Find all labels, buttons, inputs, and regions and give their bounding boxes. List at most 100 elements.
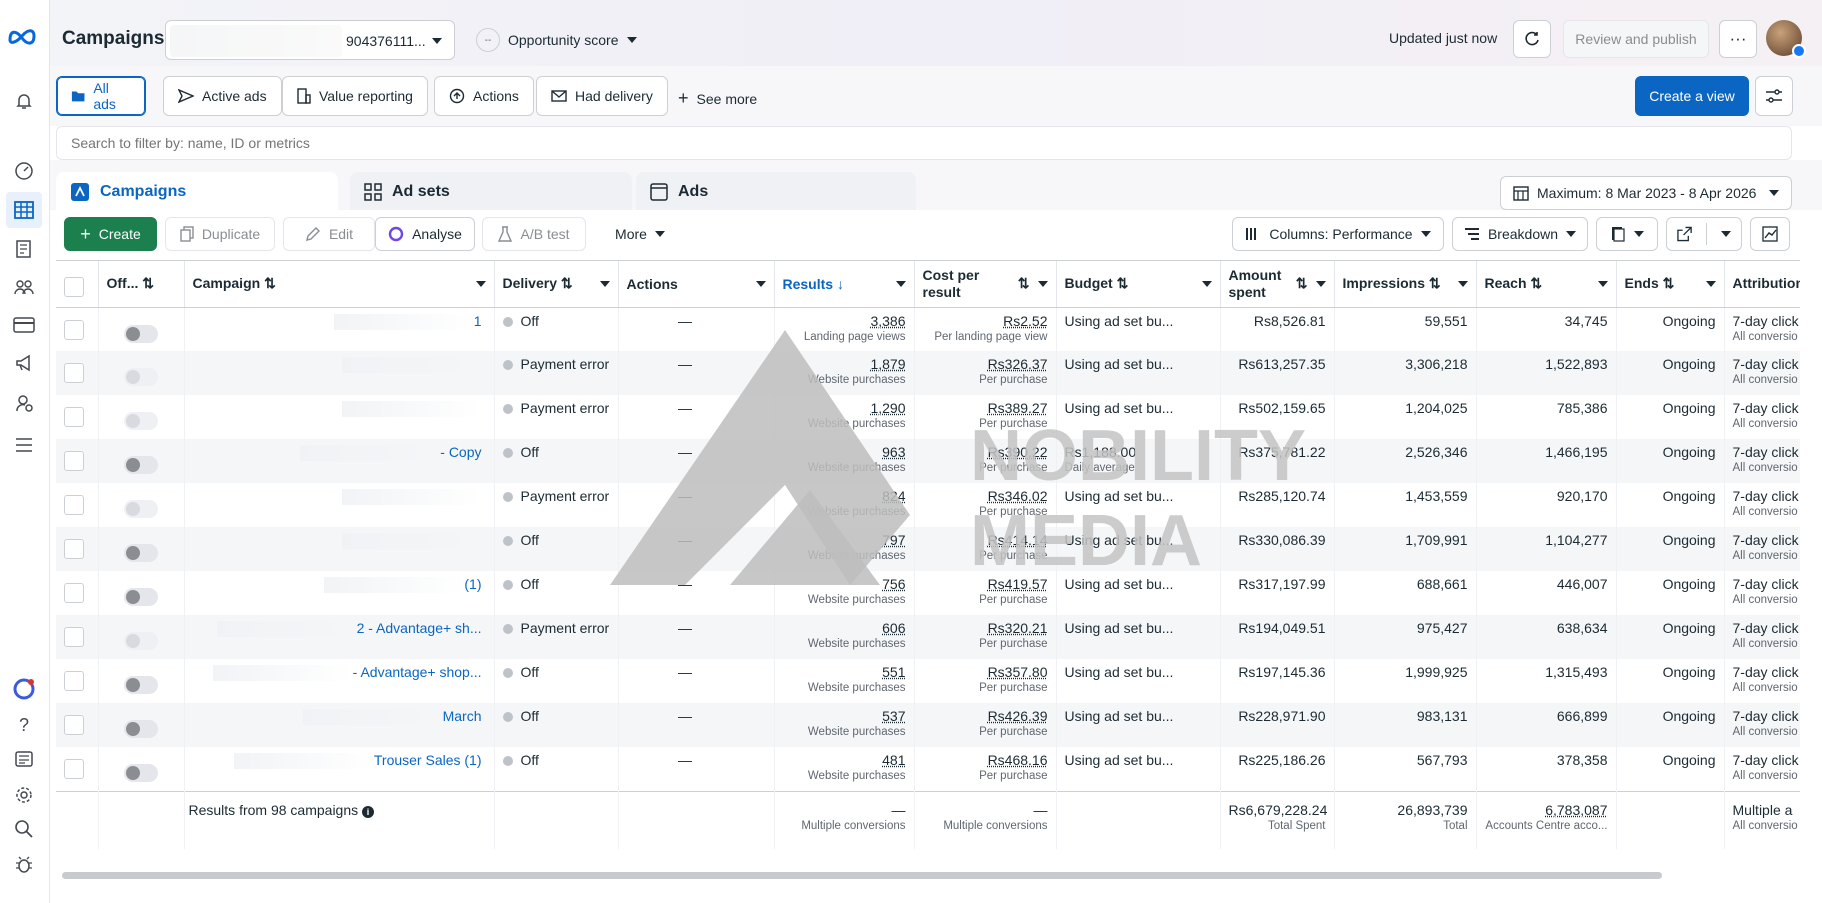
campaign-on-off-toggle[interactable] [124,412,158,430]
cost-value[interactable]: Rs390.22 [923,444,1048,460]
budget-header[interactable]: Budget ⇅ [1056,261,1221,308]
table-row[interactable]: Trouser Sales (1) Off — 481 Website purchase… [56,747,1800,791]
row-toggle-cell[interactable] [98,483,185,527]
tab-campaigns[interactable]: Campaigns [56,172,338,212]
campaign-name-link[interactable]: - Advantage+ shop... [353,664,482,680]
help-question-icon[interactable]: ? [11,712,37,738]
row-select-cell[interactable] [56,615,99,659]
campaign-megaphone-icon[interactable] [11,350,37,376]
results-value[interactable]: 756 [783,576,905,592]
campaign-name-cell[interactable]: 1 [184,307,495,351]
table-row[interactable]: Payment error — 1,290 Website purchases Rs38… [56,395,1800,439]
charts-button[interactable] [1750,217,1790,251]
tab-ads[interactable]: Ads [636,172,916,212]
actions-header[interactable]: Actions [618,261,775,308]
row-toggle-cell[interactable] [98,571,185,615]
row-select-cell[interactable] [56,747,99,791]
campaign-on-off-toggle[interactable] [124,500,158,518]
results-value[interactable]: 1,290 [783,400,905,416]
cost-value[interactable]: Rs468.16 [923,752,1048,768]
notifications-bell-icon[interactable] [11,88,37,114]
campaign-name-cell[interactable]: March [184,703,495,747]
table-row[interactable]: March Off — 537 Website purchases Rs426.39 Per… [56,703,1800,747]
row-toggle-cell[interactable] [98,307,185,351]
cost-value[interactable]: Rs389.27 [923,400,1048,416]
menu-hamburger-icon[interactable] [11,432,37,458]
row-checkbox[interactable] [64,671,84,691]
campaign-on-off-toggle[interactable] [124,368,158,386]
view-all-ads[interactable]: All ads [56,76,146,116]
results-header[interactable]: Results ↓ [774,261,915,308]
attribution-header[interactable]: Attribution setting [1724,261,1800,308]
row-checkbox[interactable] [64,363,84,383]
row-toggle-cell[interactable] [98,351,185,395]
report-bug-icon[interactable] [11,852,37,878]
table-row[interactable]: (1) Off — 756 Website purchases Rs419.57 Per p… [56,571,1800,615]
row-select-cell[interactable] [56,351,99,395]
campaign-name-link[interactable]: 1 [474,313,482,329]
more-actions-dropdown[interactable]: More [600,217,680,251]
ends-header[interactable]: Ends ⇅ [1616,261,1725,308]
delivery-header[interactable]: Delivery ⇅ [494,261,619,308]
refresh-button[interactable] [1513,20,1551,58]
row-checkbox[interactable] [64,451,84,471]
table-row[interactable]: - Advantage+ shop... Off — 551 Website purch… [56,659,1800,703]
campaign-on-off-toggle[interactable] [124,632,158,650]
table-row[interactable]: Off — 797 Website purchases Rs414.14 Per purc… [56,527,1800,571]
select-all-checkbox[interactable] [64,277,84,298]
row-checkbox[interactable] [64,715,84,735]
meta-ai-ring-icon[interactable] [11,676,37,702]
create-a-view-button[interactable]: Create a view [1635,76,1749,116]
row-select-cell[interactable] [56,483,99,527]
see-more-views-button[interactable]: + See more [678,88,757,109]
cost-value[interactable]: Rs426.39 [923,708,1048,724]
horizontal-scrollbar[interactable] [62,872,1662,879]
row-toggle-cell[interactable] [98,615,185,659]
ab-test-button[interactable]: A/B test [482,217,586,251]
row-select-cell[interactable] [56,395,99,439]
cost-value[interactable]: Rs357.80 [923,664,1048,680]
campaign-header[interactable]: Campaign ⇅ [184,261,495,308]
ads-manager-table-icon[interactable] [6,192,42,228]
cost-value[interactable]: Rs419.57 [923,576,1048,592]
campaign-name-link[interactable]: Trouser Sales (1) [374,752,482,768]
row-toggle-cell[interactable] [98,439,185,483]
table-row[interactable]: Payment error — 1,879 Website purchases Rs32… [56,351,1800,395]
row-checkbox[interactable] [64,539,84,559]
results-value[interactable]: 537 [783,708,905,724]
news-feed-icon[interactable] [11,746,37,772]
view-active-ads[interactable]: Active ads [163,76,282,116]
campaign-name-link[interactable]: (1) [464,576,481,592]
row-checkbox[interactable] [64,583,84,603]
campaign-name-cell[interactable] [184,395,495,439]
campaign-on-off-toggle[interactable] [124,324,158,343]
row-checkbox[interactable] [64,759,84,779]
row-toggle-cell[interactable] [98,395,185,439]
campaign-name-link[interactable]: 2 - Advantage+ sh... [357,620,482,636]
row-checkbox[interactable] [64,627,84,647]
row-checkbox[interactable] [64,407,84,427]
impressions-header[interactable]: Impressions ⇅ [1334,261,1477,308]
business-network-icon[interactable] [11,390,37,416]
campaign-on-off-toggle[interactable] [124,456,158,474]
row-select-cell[interactable] [56,703,99,747]
billing-card-icon[interactable] [11,312,37,338]
results-value[interactable]: 1,879 [783,356,905,372]
audiences-people-icon[interactable] [11,274,37,300]
more-options-button[interactable]: ··· [1719,20,1757,58]
results-value[interactable]: 481 [783,752,905,768]
opportunity-score-dropdown[interactable]: -- Opportunity score [476,28,637,52]
info-icon[interactable]: i [362,805,375,818]
row-toggle-cell[interactable] [98,659,185,703]
breakdown-dropdown[interactable]: Breakdown [1452,217,1588,251]
create-button[interactable]: + Create [64,217,157,251]
export-dropdown[interactable] [1666,217,1742,251]
campaign-name-cell[interactable]: - Copy [184,439,495,483]
meta-logo-icon[interactable] [7,26,43,50]
campaign-name-cell[interactable] [184,483,495,527]
cost-value[interactable]: Rs346.02 [923,488,1048,504]
reach-header[interactable]: Reach ⇅ [1476,261,1617,308]
results-value[interactable]: 551 [783,664,905,680]
row-select-cell[interactable] [56,571,99,615]
campaign-name-cell[interactable] [184,527,495,571]
